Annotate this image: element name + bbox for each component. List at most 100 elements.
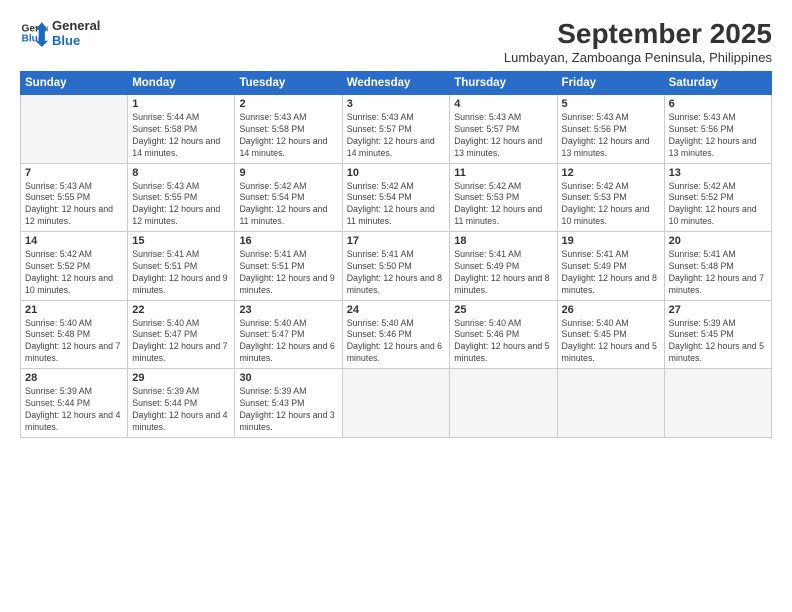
day-info: Sunrise: 5:43 AM Sunset: 5:56 PM Dayligh…	[562, 112, 660, 160]
day-number: 11	[454, 167, 552, 179]
day-info: Sunrise: 5:39 AM Sunset: 5:43 PM Dayligh…	[239, 386, 337, 434]
day-info: Sunrise: 5:39 AM Sunset: 5:44 PM Dayligh…	[132, 386, 230, 434]
calendar-cell: 23 Sunrise: 5:40 AM Sunset: 5:47 PM Dayli…	[235, 300, 342, 369]
calendar-cell: 10 Sunrise: 5:42 AM Sunset: 5:54 PM Dayli…	[342, 163, 450, 232]
location-subtitle: Lumbayan, Zamboanga Peninsula, Philippin…	[504, 50, 772, 65]
day-number: 4	[454, 98, 552, 110]
calendar-week-row: 7Sunrise: 5:43 AM Sunset: 5:55 PM Daylig…	[21, 163, 772, 232]
calendar-cell: 28 Sunrise: 5:39 AM Sunset: 5:44 PM Dayli…	[21, 369, 128, 438]
day-info: Sunrise: 5:41 AM Sunset: 5:51 PM Dayligh…	[132, 249, 230, 297]
day-number: 8	[132, 167, 230, 179]
calendar-cell: 26 Sunrise: 5:40 AM Sunset: 5:45 PM Dayli…	[557, 300, 664, 369]
calendar-cell: 13 Sunrise: 5:42 AM Sunset: 5:52 PM Dayli…	[664, 163, 771, 232]
calendar-cell: 19 Sunrise: 5:41 AM Sunset: 5:49 PM Dayli…	[557, 232, 664, 301]
day-number: 6	[669, 98, 767, 110]
header-thursday: Thursday	[450, 72, 557, 95]
calendar-cell: 2Sunrise: 5:43 AM Sunset: 5:58 PM Daylig…	[235, 95, 342, 164]
calendar-cell: 9 Sunrise: 5:42 AM Sunset: 5:54 PM Daylig…	[235, 163, 342, 232]
calendar-cell: 27Sunrise: 5:39 AM Sunset: 5:45 PM Dayli…	[664, 300, 771, 369]
header-wednesday: Wednesday	[342, 72, 450, 95]
day-number: 9	[239, 167, 337, 179]
day-number: 17	[347, 235, 446, 247]
calendar-cell: 5 Sunrise: 5:43 AM Sunset: 5:56 PM Daylig…	[557, 95, 664, 164]
day-info: Sunrise: 5:39 AM Sunset: 5:44 PM Dayligh…	[25, 386, 123, 434]
day-number: 13	[669, 167, 767, 179]
day-info: Sunrise: 5:41 AM Sunset: 5:48 PM Dayligh…	[669, 249, 767, 297]
day-info: Sunrise: 5:42 AM Sunset: 5:53 PM Dayligh…	[562, 181, 660, 229]
day-number: 15	[132, 235, 230, 247]
title-block: September 2025 Lumbayan, Zamboanga Penin…	[504, 18, 772, 65]
calendar-week-row: 28 Sunrise: 5:39 AM Sunset: 5:44 PM Dayli…	[21, 369, 772, 438]
day-number: 30	[239, 372, 337, 384]
calendar-cell: 17 Sunrise: 5:41 AM Sunset: 5:50 PM Dayli…	[342, 232, 450, 301]
day-info: Sunrise: 5:41 AM Sunset: 5:49 PM Dayligh…	[562, 249, 660, 297]
day-info: Sunrise: 5:40 AM Sunset: 5:47 PM Dayligh…	[239, 318, 337, 366]
day-number: 1	[132, 98, 230, 110]
calendar-cell: 30 Sunrise: 5:39 AM Sunset: 5:43 PM Dayli…	[235, 369, 342, 438]
logo-text-general: General	[52, 18, 100, 33]
day-info: Sunrise: 5:42 AM Sunset: 5:53 PM Dayligh…	[454, 181, 552, 229]
calendar-cell: 29 Sunrise: 5:39 AM Sunset: 5:44 PM Dayli…	[128, 369, 235, 438]
day-number: 16	[239, 235, 337, 247]
calendar-cell: 1 Sunrise: 5:44 AM Sunset: 5:58 PM Daylig…	[128, 95, 235, 164]
header-tuesday: Tuesday	[235, 72, 342, 95]
day-number: 2	[239, 98, 337, 110]
day-number: 5	[562, 98, 660, 110]
calendar-cell	[557, 369, 664, 438]
calendar-cell: 24 Sunrise: 5:40 AM Sunset: 5:46 PM Dayli…	[342, 300, 450, 369]
day-number: 23	[239, 304, 337, 316]
header-saturday: Saturday	[664, 72, 771, 95]
day-number: 26	[562, 304, 660, 316]
calendar-table: Sunday Monday Tuesday Wednesday Thursday…	[20, 71, 772, 438]
day-number: 24	[347, 304, 446, 316]
calendar-cell: 4Sunrise: 5:43 AM Sunset: 5:57 PM Daylig…	[450, 95, 557, 164]
calendar-cell: 14Sunrise: 5:42 AM Sunset: 5:52 PM Dayli…	[21, 232, 128, 301]
day-number: 29	[132, 372, 230, 384]
day-number: 18	[454, 235, 552, 247]
calendar-cell	[21, 95, 128, 164]
calendar-week-row: 21Sunrise: 5:40 AM Sunset: 5:48 PM Dayli…	[21, 300, 772, 369]
day-number: 3	[347, 98, 446, 110]
calendar-cell: 7Sunrise: 5:43 AM Sunset: 5:55 PM Daylig…	[21, 163, 128, 232]
header: General Blue General Blue September 2025…	[20, 18, 772, 65]
day-number: 10	[347, 167, 446, 179]
day-info: Sunrise: 5:42 AM Sunset: 5:52 PM Dayligh…	[669, 181, 767, 229]
day-info: Sunrise: 5:40 AM Sunset: 5:47 PM Dayligh…	[132, 318, 230, 366]
day-info: Sunrise: 5:42 AM Sunset: 5:54 PM Dayligh…	[239, 181, 337, 229]
calendar-cell: 6Sunrise: 5:43 AM Sunset: 5:56 PM Daylig…	[664, 95, 771, 164]
day-info: Sunrise: 5:41 AM Sunset: 5:51 PM Dayligh…	[239, 249, 337, 297]
day-number: 20	[669, 235, 767, 247]
day-info: Sunrise: 5:42 AM Sunset: 5:52 PM Dayligh…	[25, 249, 123, 297]
day-number: 12	[562, 167, 660, 179]
calendar-cell: 12 Sunrise: 5:42 AM Sunset: 5:53 PM Dayli…	[557, 163, 664, 232]
day-info: Sunrise: 5:41 AM Sunset: 5:49 PM Dayligh…	[454, 249, 552, 297]
day-number: 28	[25, 372, 123, 384]
calendar-cell: 21Sunrise: 5:40 AM Sunset: 5:48 PM Dayli…	[21, 300, 128, 369]
day-info: Sunrise: 5:44 AM Sunset: 5:58 PM Dayligh…	[132, 112, 230, 160]
header-friday: Friday	[557, 72, 664, 95]
logo-text-blue: Blue	[52, 33, 100, 48]
calendar-cell: 3 Sunrise: 5:43 AM Sunset: 5:57 PM Daylig…	[342, 95, 450, 164]
day-info: Sunrise: 5:40 AM Sunset: 5:46 PM Dayligh…	[454, 318, 552, 366]
day-info: Sunrise: 5:40 AM Sunset: 5:45 PM Dayligh…	[562, 318, 660, 366]
day-number: 19	[562, 235, 660, 247]
calendar-cell	[342, 369, 450, 438]
day-info: Sunrise: 5:43 AM Sunset: 5:57 PM Dayligh…	[347, 112, 446, 160]
calendar-cell: 20 Sunrise: 5:41 AM Sunset: 5:48 PM Dayli…	[664, 232, 771, 301]
page: General Blue General Blue September 2025…	[0, 0, 792, 612]
calendar-cell: 25 Sunrise: 5:40 AM Sunset: 5:46 PM Dayli…	[450, 300, 557, 369]
calendar-week-row: 14Sunrise: 5:42 AM Sunset: 5:52 PM Dayli…	[21, 232, 772, 301]
header-monday: Monday	[128, 72, 235, 95]
day-info: Sunrise: 5:43 AM Sunset: 5:55 PM Dayligh…	[25, 181, 123, 229]
day-info: Sunrise: 5:40 AM Sunset: 5:46 PM Dayligh…	[347, 318, 446, 366]
calendar-header-row: Sunday Monday Tuesday Wednesday Thursday…	[21, 72, 772, 95]
day-info: Sunrise: 5:41 AM Sunset: 5:50 PM Dayligh…	[347, 249, 446, 297]
month-title: September 2025	[504, 18, 772, 50]
calendar-cell	[450, 369, 557, 438]
day-info: Sunrise: 5:43 AM Sunset: 5:55 PM Dayligh…	[132, 181, 230, 229]
logo: General Blue General Blue	[20, 18, 100, 48]
day-number: 22	[132, 304, 230, 316]
day-number: 25	[454, 304, 552, 316]
day-info: Sunrise: 5:42 AM Sunset: 5:54 PM Dayligh…	[347, 181, 446, 229]
calendar-cell: 8 Sunrise: 5:43 AM Sunset: 5:55 PM Daylig…	[128, 163, 235, 232]
